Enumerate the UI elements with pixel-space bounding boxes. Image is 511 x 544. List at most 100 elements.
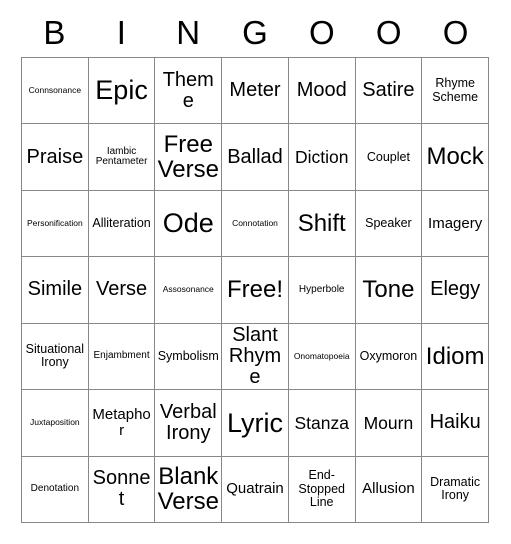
bingo-cell[interactable]: Meter [222,58,289,125]
bingo-cell[interactable]: Metaphor [88,390,156,457]
bingo-header-letter: N [176,13,201,51]
bingo-cell-label: Sonnet [92,467,151,511]
bingo-cell[interactable]: Couplet [355,124,423,191]
bingo-cell[interactable]: Allusion [355,456,423,523]
bingo-cell-label: Epic [95,75,148,106]
bingo-cell[interactable]: Idiom [422,323,489,391]
bingo-cell[interactable]: Praise [22,124,89,191]
bingo-cell-label: Oxymoron [359,348,418,363]
bingo-cell-label: Lyric [226,407,283,438]
bingo-cell-label: Tone [362,276,415,304]
bingo-cell-label: Imagery [428,214,483,232]
bingo-cell-label: Denotation [30,482,80,494]
bingo-cell[interactable]: Elegy [422,257,489,324]
bingo-cell[interactable]: Symbolism [155,323,223,391]
bingo-cell-label: Iambic Pentameter [95,145,148,168]
bingo-cell-label: Alliteration [92,215,151,230]
bingo-cell[interactable]: Tone [355,257,423,324]
bingo-cell-label: Theme [162,68,214,112]
bingo-cell[interactable]: Speaker [355,190,423,258]
bingo-cell[interactable]: Situational Irony [22,323,89,391]
bingo-cell[interactable]: Blank Verse [155,456,223,523]
bingo-cell[interactable]: Sonnet [88,456,156,523]
bingo-cell[interactable]: Diction [288,124,356,191]
bingo-cell[interactable]: Imagery [422,190,489,258]
bingo-cell[interactable]: Verbal Irony [155,390,223,457]
bingo-grid: Connsonance Epic Theme Meter Mood Satire Rhyme… [21,57,489,523]
bingo-cell-label: Personification [26,218,83,229]
bingo-cell[interactable]: Ode [155,190,223,258]
bingo-cell[interactable]: Stanza [288,390,356,457]
bingo-header-letter: G [242,13,268,51]
bingo-cell[interactable]: Personification [22,190,89,258]
bingo-cell[interactable]: Connotation [222,190,289,258]
bingo-cell[interactable]: Simile [22,257,89,324]
bingo-cell[interactable]: Oxymoron [355,323,423,391]
bingo-cell-label: Speaker [365,215,412,230]
bingo-cell-label: Rhyme Scheme [432,76,479,104]
bingo-header-letter: O [375,13,402,51]
bingo-cell[interactable]: Epic [88,58,156,125]
bingo-cell-label: Mood [296,79,347,102]
bingo-cell-label: Simile [27,278,83,301]
bingo-cell[interactable]: Lyric [222,390,289,457]
bingo-cell[interactable]: Slant Rhyme [222,323,289,391]
bingo-cell[interactable]: Mood [288,58,356,125]
bingo-cell[interactable]: Assosonance [155,257,223,324]
bingo-cell[interactable]: Dramatic Irony [422,456,489,523]
bingo-cell[interactable]: Mock [422,124,489,191]
bingo-free-space[interactable]: Free! [222,257,289,324]
bingo-cell-label: Verse [95,278,148,301]
bingo-cell-label: Ode [162,208,214,239]
bingo-cell-label: Onomatopoeia [293,350,350,361]
bingo-cell-label: Mock [426,143,484,171]
bingo-cell[interactable]: Onomatopoeia [288,323,356,391]
bingo-cell[interactable]: Theme [155,58,223,125]
bingo-card: B I N G O O O Connsonance Epic Theme Meter Mood Sat… [0,0,511,544]
bingo-cell[interactable]: Hyperbole [288,257,356,324]
bingo-cell[interactable]: Alliteration [88,190,156,258]
bingo-cell[interactable]: Iambic Pentameter [88,124,156,191]
bingo-cell-label: Quatrain [226,480,284,498]
bingo-header-letter: O [309,13,335,51]
bingo-cell-label: Haiku [429,411,481,434]
bingo-cell-label: Situational Irony [25,342,85,370]
bingo-cell-label: Slant Rhyme [228,323,282,389]
bingo-cell[interactable]: Rhyme Scheme [422,58,489,125]
bingo-cell-label: End-Stopped Line [298,468,345,509]
bingo-cell[interactable]: Satire [355,58,423,125]
bingo-cell[interactable]: Quatrain [222,456,289,523]
bingo-header-row: BINGOOO [21,8,489,56]
bingo-cell-label: Metaphor [92,405,151,439]
bingo-cell-label: Connotation [232,218,278,229]
bingo-cell[interactable]: Ballad [222,124,289,191]
bingo-cell[interactable]: Mourn [355,390,423,457]
bingo-cell-label: Satire [362,79,415,102]
bingo-cell-label: Mourn [363,412,414,433]
bingo-cell[interactable]: Juxtaposition [22,390,89,457]
bingo-header-letter: O [442,13,469,51]
bingo-cell-label: Shift [297,209,346,237]
bingo-cell-label: Juxtaposition [30,417,80,428]
bingo-cell[interactable]: Haiku [422,390,489,457]
bingo-cell-label: Meter [229,79,281,102]
bingo-cell[interactable]: Shift [288,190,356,258]
bingo-cell-label: Couplet [366,149,410,164]
bingo-cell-label: Symbolism [157,348,219,363]
bingo-cell-label: Free! [226,276,283,304]
bingo-cell-label: Verbal Irony [159,400,217,444]
bingo-cell-label: Idiom [425,342,485,370]
bingo-cell[interactable]: Denotation [22,456,89,523]
bingo-cell-label: Diction [294,146,349,167]
bingo-cell[interactable]: Connsonance [22,58,89,125]
bingo-cell-label: Connsonance [28,85,82,96]
bingo-cell-label: Elegy [430,278,481,301]
bingo-header-letter: I [116,13,126,51]
bingo-cell-label: Stanza [294,412,349,433]
bingo-cell[interactable]: End-Stopped Line [288,456,356,523]
bingo-cell[interactable]: Verse [88,257,156,324]
bingo-cell[interactable]: Free Verse [155,124,223,191]
bingo-header-letter: B [43,13,66,51]
bingo-cell[interactable]: Enjambment [88,323,156,391]
bingo-cell-label: Free Verse [157,130,219,184]
